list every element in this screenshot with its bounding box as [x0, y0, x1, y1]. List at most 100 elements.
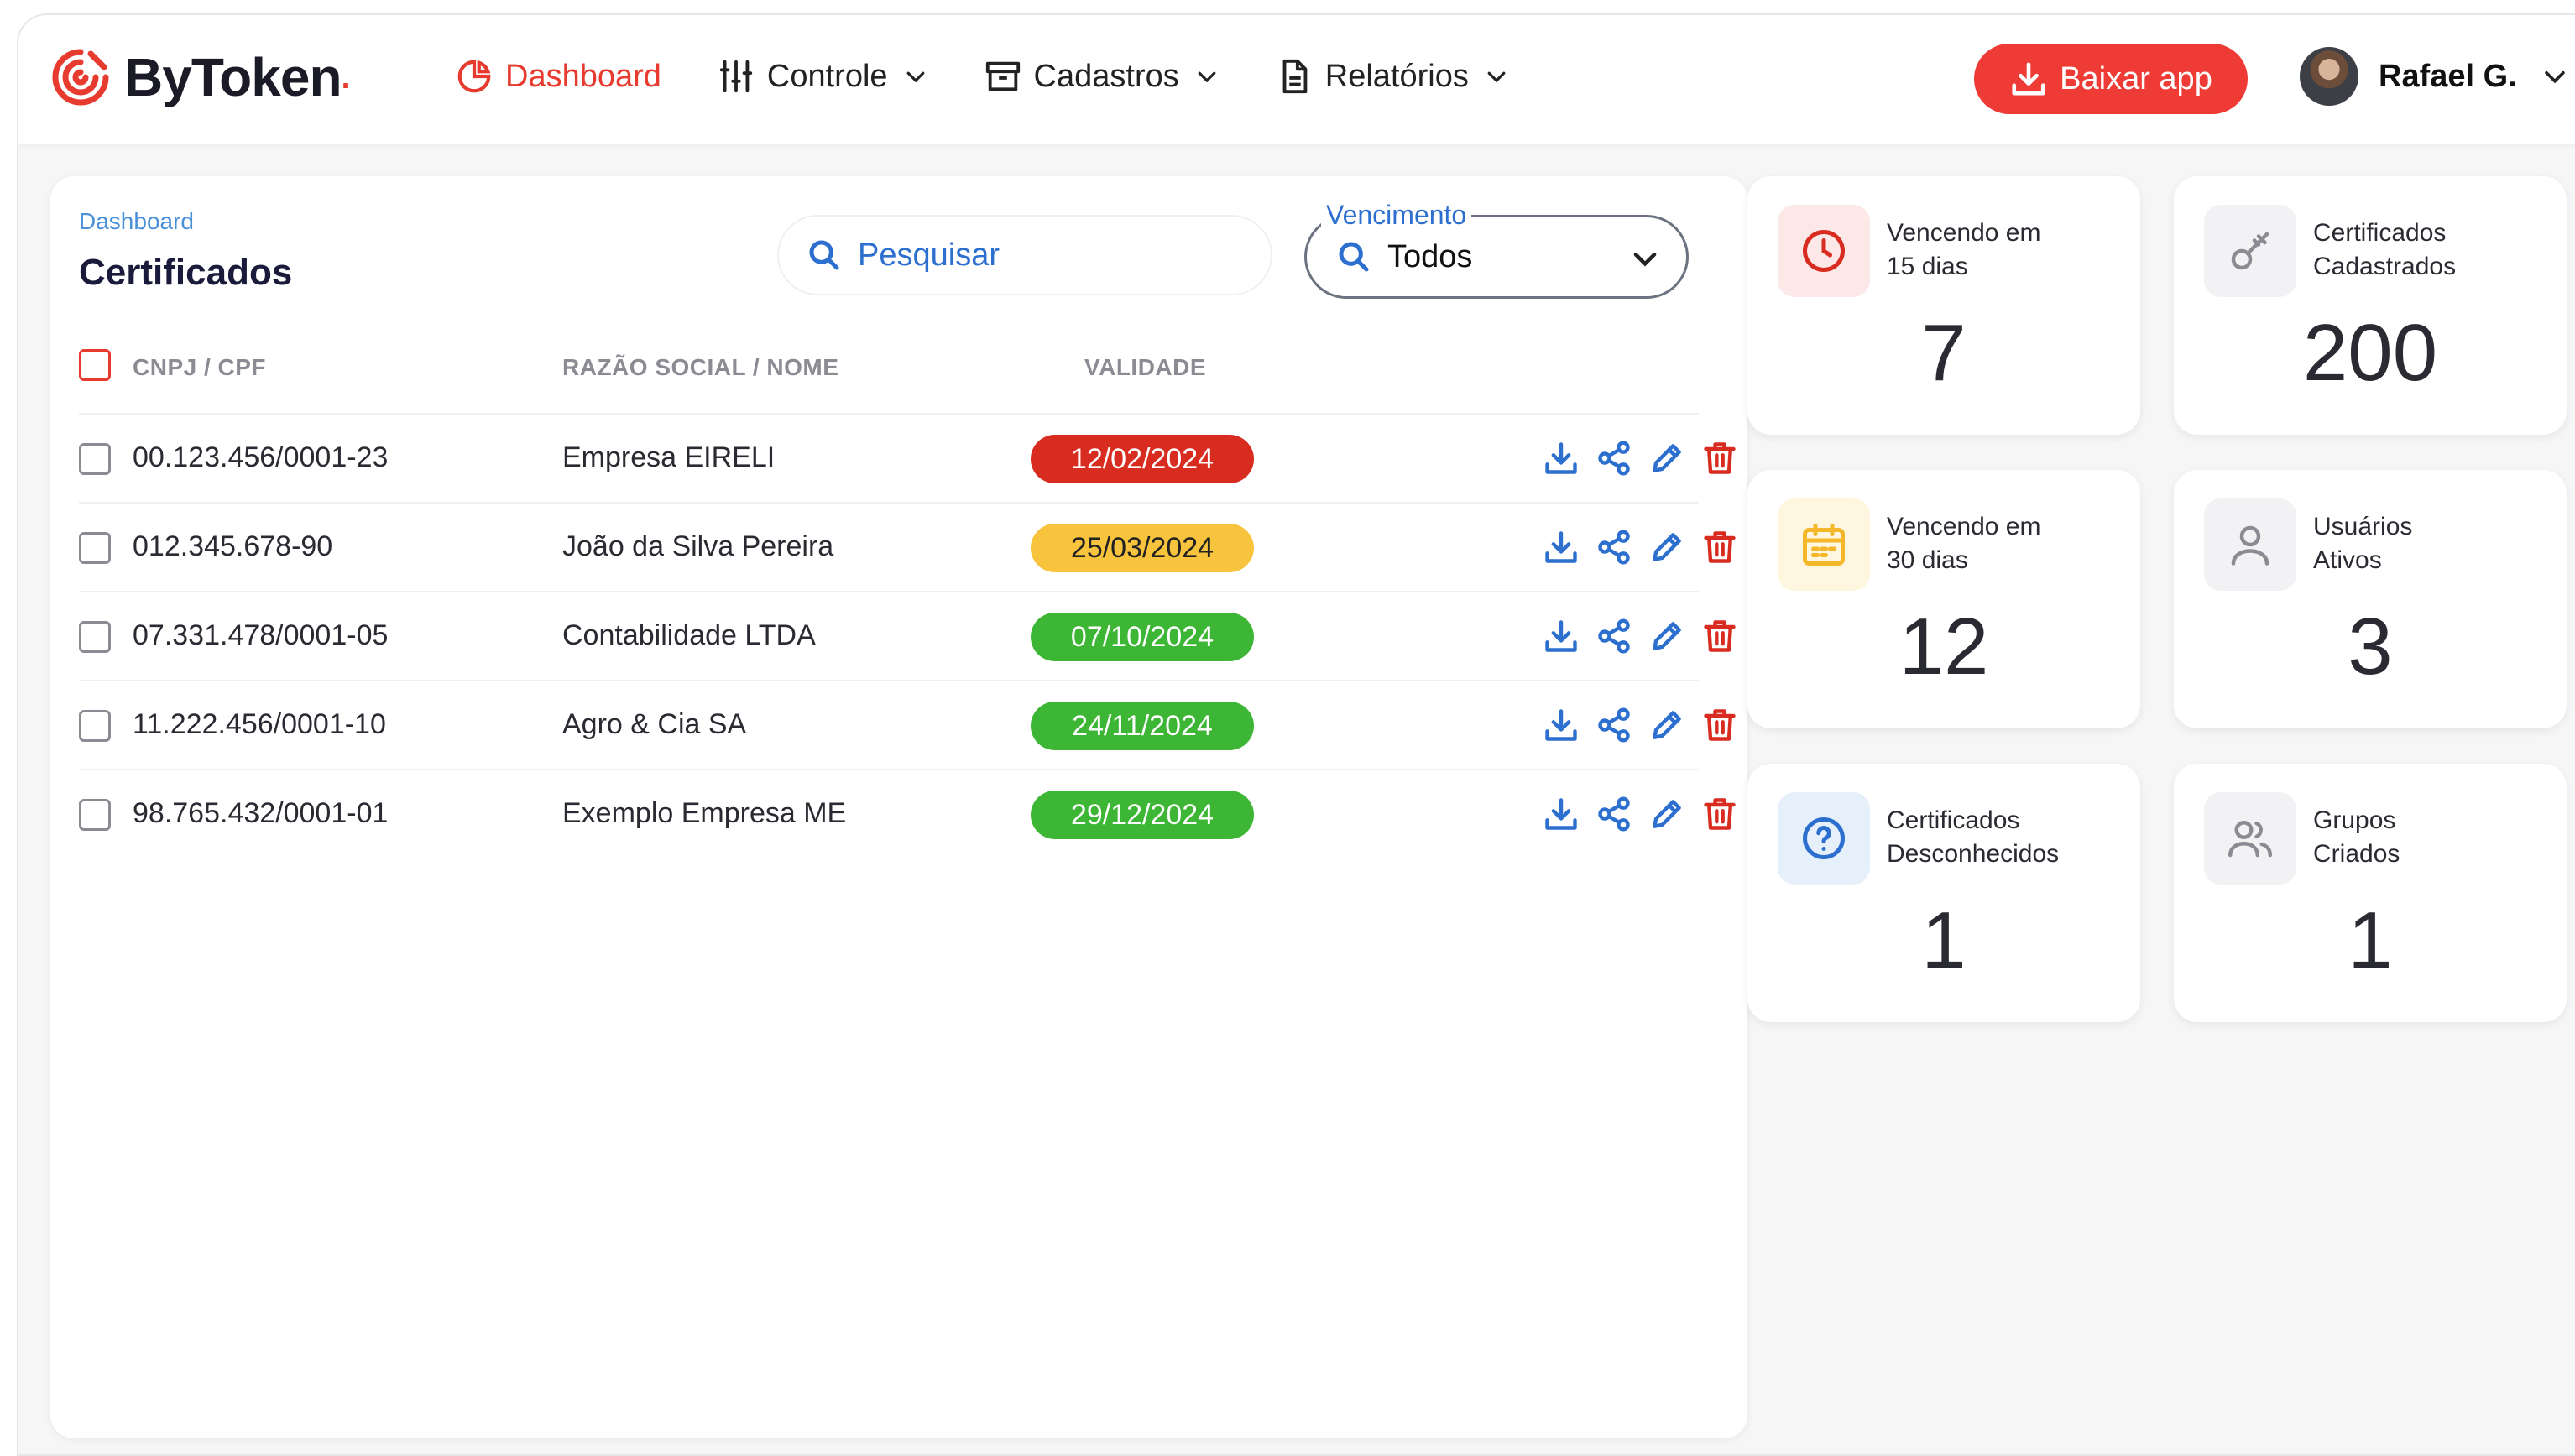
pencil-icon	[1653, 533, 1681, 561]
row-checkbox[interactable]	[79, 621, 111, 653]
download-button[interactable]	[1543, 440, 1580, 477]
delete-button[interactable]	[1701, 440, 1738, 477]
row-checkbox[interactable]	[79, 443, 111, 475]
select-all-checkbox[interactable]	[79, 349, 111, 381]
stat-card[interactable]: Usuários Ativos 3	[2174, 470, 2567, 728]
stat-label-line2: 15 dias	[1887, 253, 1968, 280]
download-button[interactable]	[1543, 707, 1580, 744]
stat-icon-box	[1778, 498, 1870, 591]
stat-label-line2: Criados	[2313, 840, 2400, 868]
validity-badge: 29/12/2024	[1031, 791, 1254, 839]
stat-icon-box	[2204, 205, 2296, 297]
stat-label: Vencendo em 15 dias	[1887, 217, 2122, 284]
stat-label-line2: Desconhecidos	[1887, 840, 2060, 868]
search-placeholder: Pesquisar	[858, 237, 1000, 273]
stat-value: 7	[1921, 308, 1967, 398]
stat-card[interactable]: Certificados Cadastrados 200	[2174, 176, 2567, 435]
table-row[interactable]: 012.345.678-90 João da Silva Pereira 25/…	[79, 502, 1736, 591]
share-button[interactable]	[1596, 440, 1632, 477]
stat-icon-box	[2204, 792, 2296, 885]
search-input[interactable]: Pesquisar	[777, 215, 1272, 295]
download-button[interactable]	[1543, 796, 1580, 832]
column-header-validity[interactable]: VALIDADE	[1084, 354, 1206, 381]
main-nav: Dashboard Controle Cadastros Relatórios	[455, 57, 1564, 96]
delete-button[interactable]	[1701, 796, 1738, 832]
table-row[interactable]: 11.222.456/0001-10 Agro & Cia SA 24/11/2…	[79, 680, 1736, 769]
share-icon	[1598, 796, 1630, 832]
chevron-down-icon	[1633, 253, 1657, 267]
stat-label: Grupos Criados	[2313, 804, 2548, 871]
stat-label-line2: 30 dias	[1887, 546, 1968, 574]
download-button[interactable]	[1543, 529, 1580, 566]
chevron-down-icon	[906, 71, 924, 83]
clock-icon	[1803, 230, 1845, 272]
stat-label-line1: Certificados	[2313, 219, 2447, 247]
nav-dashboard[interactable]: Dashboard	[455, 57, 661, 96]
edit-button[interactable]	[1648, 796, 1685, 832]
stat-label-line2: Ativos	[2313, 546, 2382, 574]
sliders-icon	[719, 60, 753, 93]
app-window: ByToken. Dashboard Controle Cadastros Re…	[17, 13, 2575, 1456]
nav-relatorios[interactable]: Relatórios	[1275, 57, 1509, 96]
share-icon	[1598, 530, 1630, 565]
breadcrumb[interactable]: Dashboard	[79, 208, 194, 235]
delete-button[interactable]	[1701, 707, 1738, 744]
download-button[interactable]	[1543, 618, 1580, 655]
trash-icon	[1704, 620, 1736, 652]
nav-cadastros[interactable]: Cadastros	[984, 57, 1220, 96]
share-button[interactable]	[1596, 529, 1632, 566]
nav-controle[interactable]: Controle	[717, 57, 928, 96]
share-icon	[1598, 618, 1630, 654]
stat-label-line2: Cadastrados	[2313, 253, 2457, 280]
edit-button[interactable]	[1648, 529, 1685, 566]
edit-button[interactable]	[1648, 618, 1685, 655]
document-icon	[1282, 59, 1308, 94]
stat-label-line1: Vencendo em	[1887, 219, 2041, 247]
stat-icon-box	[1778, 205, 1870, 297]
column-header-cnpj[interactable]: CNPJ / CPF	[133, 354, 266, 381]
download-icon	[1545, 442, 1577, 474]
brand-logo[interactable]: ByToken.	[47, 44, 351, 111]
table-row[interactable]: 98.765.432/0001-01 Exemplo Empresa ME 29…	[79, 769, 1736, 858]
row-cnpj: 00.123.456/0001-23	[133, 441, 389, 473]
download-icon	[1545, 798, 1577, 830]
download-icon	[1545, 620, 1577, 652]
stat-card[interactable]: Certificados Desconhecidos 1	[1747, 764, 2140, 1022]
stat-card[interactable]: Vencendo em 15 dias 7	[1747, 176, 2140, 435]
stat-label-line1: Certificados	[1887, 806, 2020, 834]
edit-button[interactable]	[1648, 440, 1685, 477]
edit-button[interactable]	[1648, 707, 1685, 744]
archive-icon	[985, 61, 1020, 91]
chevron-down-icon	[1198, 71, 1216, 83]
brand-dot: .	[341, 58, 351, 96]
stat-card[interactable]: Vencendo em 30 dias 12	[1747, 470, 2140, 728]
stat-card[interactable]: Grupos Criados 1	[2174, 764, 2567, 1022]
row-actions	[1543, 796, 1754, 832]
stat-label-line1: Grupos	[2313, 806, 2396, 834]
user-menu[interactable]: Rafael G.	[2300, 47, 2569, 106]
stat-icon-box	[2204, 498, 2296, 591]
question-icon	[1803, 817, 1845, 859]
table-header: CNPJ / CPF RAZÃO SOCIAL / NOME VALIDADE	[79, 349, 1699, 399]
user-name: Rafael G.	[2379, 58, 2517, 94]
download-icon	[2012, 62, 2045, 96]
table-row[interactable]: 00.123.456/0001-23 Empresa EIRELI 12/02/…	[79, 413, 1736, 502]
row-checkbox[interactable]	[79, 532, 111, 564]
nav-cadastros-label: Cadastros	[1033, 58, 1179, 94]
download-app-button[interactable]: Baixar app	[1974, 44, 2248, 114]
delete-button[interactable]	[1701, 529, 1738, 566]
validity-badge: 07/10/2024	[1031, 613, 1254, 661]
validity-badge: 12/02/2024	[1031, 435, 1254, 483]
delete-button[interactable]	[1701, 618, 1738, 655]
nav-controle-label: Controle	[766, 58, 888, 94]
column-header-name[interactable]: RAZÃO SOCIAL / NOME	[562, 354, 838, 381]
table-row[interactable]: 07.331.478/0001-05 Contabilidade LTDA 07…	[79, 591, 1736, 680]
row-checkbox[interactable]	[79, 799, 111, 831]
share-button[interactable]	[1596, 796, 1632, 832]
certificates-panel: Dashboard Certificados Pesquisar Todos V…	[50, 176, 1747, 1438]
row-checkbox[interactable]	[79, 710, 111, 742]
stat-value: 1	[1921, 895, 1967, 985]
key-icon	[2231, 232, 2269, 270]
share-button[interactable]	[1596, 707, 1632, 744]
share-button[interactable]	[1596, 618, 1632, 655]
